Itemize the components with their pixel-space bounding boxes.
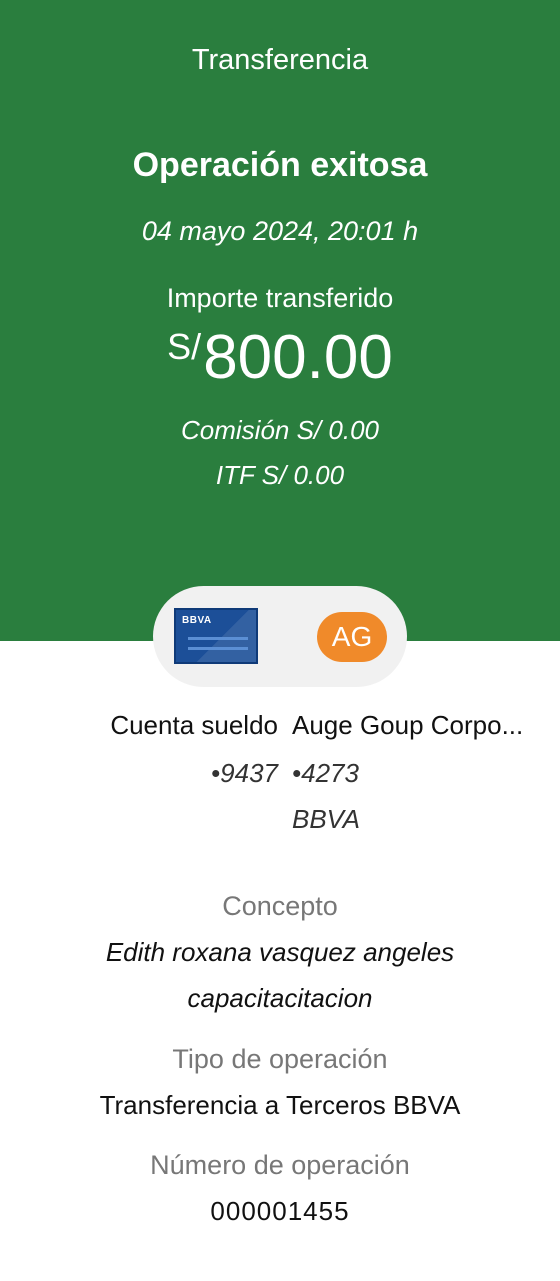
destination-bank: BBVA xyxy=(292,804,360,834)
concept-value: capacitacitacion xyxy=(187,983,373,1013)
bbva-card-icon: BBVA xyxy=(174,608,258,664)
concept-value: Edith roxana vasquez angeles xyxy=(105,937,455,967)
concept-label: Concepto xyxy=(222,891,338,921)
operation-type-label: Tipo de operación xyxy=(172,1044,388,1074)
bank-logo: BBVA xyxy=(182,615,212,626)
currency-symbol: S/ xyxy=(167,326,202,367)
avatar: AG xyxy=(317,612,387,662)
amount-display: S/ 800.00 xyxy=(0,322,560,394)
card-stripe xyxy=(188,637,248,640)
account-pair-pill: BBVA AG xyxy=(153,586,407,687)
origin-account-number: •9437 xyxy=(211,758,278,788)
transfer-receipt: Transferencia Operación exitosa 04 mayo … xyxy=(0,0,560,1281)
destination-account-name: Auge Goup Corpo... xyxy=(292,710,524,740)
destination-account-number: •4273 xyxy=(292,758,359,788)
operation-number-value: 000001455 xyxy=(210,1196,350,1226)
commission-text: Comisión S/ 0.00 xyxy=(181,415,379,445)
screen-title: Transferencia xyxy=(191,44,369,76)
operation-number-label: Número de operación xyxy=(150,1150,410,1180)
itf-text: ITF S/ 0.00 xyxy=(215,460,345,490)
status-title: Operación exitosa xyxy=(132,146,428,184)
card-stripe xyxy=(188,647,248,650)
transfer-amount: 800.00 xyxy=(203,323,393,392)
success-header xyxy=(0,0,560,641)
amount-label: Importe transferido xyxy=(166,283,394,313)
operation-type-value: Transferencia a Terceros BBVA xyxy=(99,1090,461,1120)
operation-datetime: 04 mayo 2024, 20:01 h xyxy=(141,216,419,246)
origin-account-name: Cuenta sueldo xyxy=(110,710,278,740)
